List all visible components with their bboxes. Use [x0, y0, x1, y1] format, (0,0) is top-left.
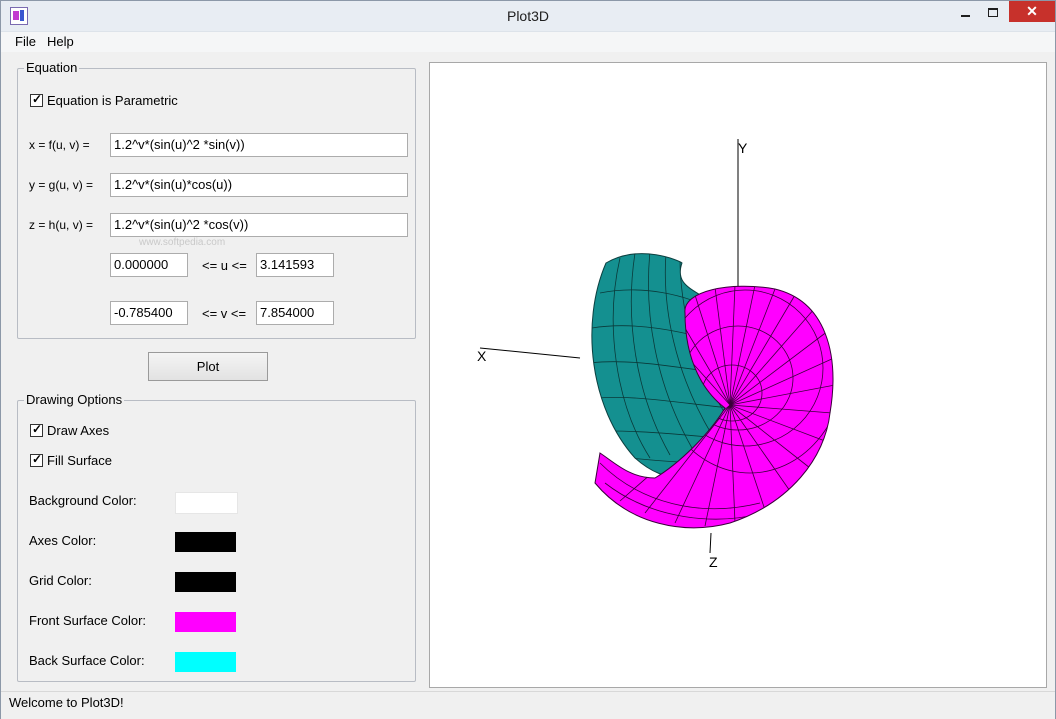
status-bar: Welcome to Plot3D! [1, 691, 1055, 719]
menu-file[interactable]: File [15, 34, 36, 49]
z-equation-label: z = h(u, v) = [29, 218, 94, 232]
fill-surface-checkbox[interactable]: ✓ [30, 452, 43, 467]
y-equation-label: y = g(u, v) = [29, 178, 94, 192]
u-min-input[interactable]: 0.000000 [110, 253, 188, 277]
background-color-label: Background Color: [29, 493, 137, 508]
plot-button[interactable]: Plot [148, 352, 268, 381]
check-icon: ✓ [32, 92, 43, 106]
x-equation-input[interactable]: 1.2^v*(sin(u)^2 *sin(v)) [110, 133, 408, 157]
axes-color-label: Axes Color: [29, 533, 97, 548]
back-surface-color-swatch[interactable] [175, 652, 236, 672]
draw-axes-label: Draw Axes [47, 423, 110, 438]
surface-plot[interactable]: Y X Z [430, 63, 1046, 687]
check-icon: ✓ [32, 452, 43, 466]
z-equation-input[interactable]: 1.2^v*(sin(u)^2 *cos(v)) [110, 213, 408, 237]
v-min-input[interactable]: -0.785400 [110, 301, 188, 325]
x-equation-label: x = f(u, v) = [29, 138, 90, 152]
equation-group-label: Equation [24, 60, 80, 75]
minimize-button[interactable] [949, 1, 981, 23]
u-max-input[interactable]: 3.141593 [256, 253, 334, 277]
y-axis-label: Y [738, 140, 748, 156]
axes-color-swatch[interactable] [175, 532, 236, 552]
background-color-swatch[interactable] [175, 492, 238, 514]
window-title: Plot3D [506, 8, 550, 24]
check-icon: ✓ [32, 422, 43, 436]
plot-canvas[interactable]: Y X Z [429, 62, 1047, 688]
drawing-options-group: Drawing Options ✓ Draw Axes ✓ Fill Surfa… [17, 392, 416, 682]
watermark-text: www.softpedia.com [139, 237, 226, 248]
close-icon: ✕ [1026, 3, 1038, 19]
title-bar[interactable]: Plot3D ✕ [1, 1, 1055, 32]
drawing-options-group-label: Drawing Options [24, 392, 125, 407]
y-equation-input[interactable]: 1.2^v*(sin(u)*cos(u)) [110, 173, 408, 197]
z-axis-label: Z [709, 554, 718, 570]
maximize-button[interactable] [979, 1, 1007, 23]
menu-help[interactable]: Help [47, 34, 74, 49]
parametric-label: Equation is Parametric [47, 93, 178, 108]
back-surface-color-label: Back Surface Color: [29, 653, 145, 668]
front-surface-color-swatch[interactable] [175, 612, 236, 632]
front-surface-color-label: Front Surface Color: [29, 613, 147, 628]
equation-group: Equation ✓ Equation is Parametric x = f(… [17, 60, 416, 339]
v-max-input[interactable]: 7.854000 [256, 301, 334, 325]
fill-surface-label: Fill Surface [47, 453, 113, 468]
v-range-label: <= v <= [202, 306, 247, 321]
parametric-checkbox[interactable]: ✓ [30, 92, 43, 107]
status-text: Welcome to Plot3D! [9, 695, 124, 710]
maximize-icon [988, 8, 998, 17]
main-window: Plot3D ✕ File Help Equation ✓ Equation i… [0, 0, 1056, 719]
minimize-icon [960, 15, 970, 17]
grid-color-label: Grid Color: [29, 573, 92, 588]
u-range-label: <= u <= [202, 258, 247, 273]
menu-bar: File Help [1, 32, 1055, 52]
close-button[interactable]: ✕ [1009, 1, 1055, 22]
x-axis-line [479, 347, 581, 359]
x-axis-label: X [477, 348, 487, 364]
draw-axes-checkbox[interactable]: ✓ [30, 422, 43, 437]
grid-color-swatch[interactable] [175, 572, 236, 592]
z-axis-line [709, 532, 712, 554]
